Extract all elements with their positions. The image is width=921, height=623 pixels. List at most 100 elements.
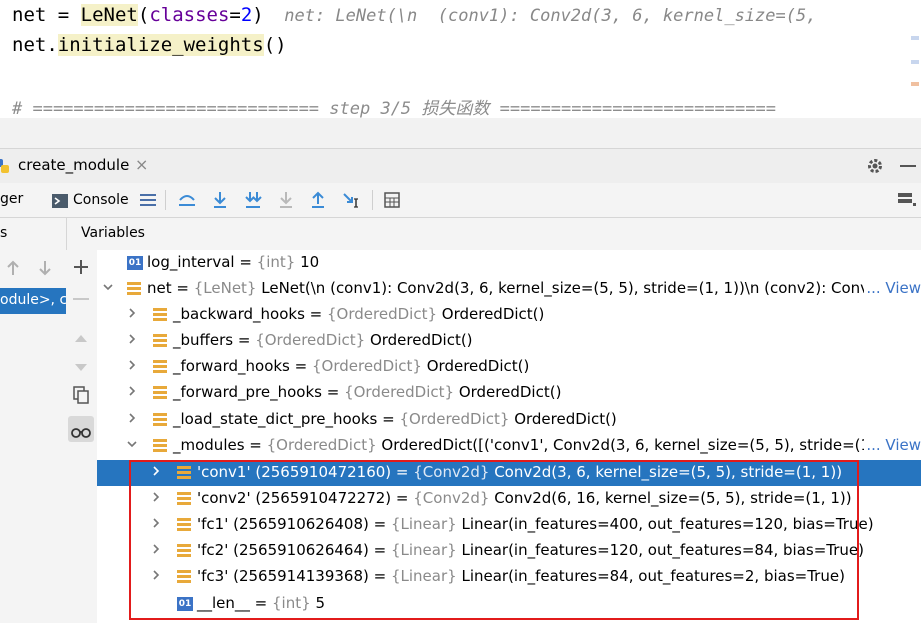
code-line-3[interactable]: # ============================ step 3/5 … xyxy=(12,94,776,119)
variable-eq: = xyxy=(377,410,400,428)
variable-row[interactable]: net = {LeNet} LeNet(\n (conv1): Conv2d(3… xyxy=(97,276,921,302)
variable-row[interactable]: _buffers = {OrderedDict} OrderedDict() xyxy=(97,328,921,354)
frame-item-selected[interactable]: odule>, cr xyxy=(0,288,66,314)
variable-row[interactable]: 01 __len__ = {int} 5 xyxy=(97,591,921,617)
move-down-icon[interactable] xyxy=(74,358,88,371)
variable-type: {OrderedDict} xyxy=(399,410,510,428)
settings-icon[interactable] xyxy=(866,157,884,175)
tab-debugger[interactable]: ger xyxy=(0,191,23,207)
variable-type: {Linear} xyxy=(390,567,457,585)
variable-name: net xyxy=(147,279,172,297)
variable-name: _modules xyxy=(173,436,245,454)
chevron-right-icon[interactable] xyxy=(125,384,139,398)
variable-row[interactable]: 01 log_interval = {int} 10 xyxy=(97,250,921,276)
code-line-2[interactable]: net.initialize_weights() xyxy=(12,34,287,56)
show-execution-point-icon[interactable] xyxy=(176,189,198,211)
variable-value: OrderedDict() xyxy=(421,357,530,375)
chevron-right-icon[interactable] xyxy=(149,464,163,478)
step-into-my-code-icon[interactable] xyxy=(275,189,297,211)
code-token: net xyxy=(12,34,47,56)
frame-up-icon[interactable] xyxy=(6,260,20,276)
variables-side-toolbar xyxy=(66,250,98,623)
variable-row[interactable]: 'conv1' (2565910472160) = {Conv2d} Conv2… xyxy=(97,460,921,486)
variable-text: _forward_pre_hooks = {OrderedDict} Order… xyxy=(173,383,561,401)
copy-icon[interactable] xyxy=(73,386,89,404)
variable-value: OrderedDict() xyxy=(509,410,617,428)
variable-value: Linear(in_features=84, out_features=2, b… xyxy=(456,567,845,585)
object-type-icon xyxy=(153,359,167,377)
chevron-down-icon[interactable] xyxy=(101,280,115,294)
run-to-cursor-icon[interactable] xyxy=(340,189,362,211)
step-over-icon[interactable] xyxy=(209,189,231,211)
code-token: ( xyxy=(137,4,150,26)
variable-row[interactable]: 'fc2' (2565910626464) = {Linear} Linear(… xyxy=(97,538,921,564)
int-type-icon: 01 xyxy=(127,256,143,270)
variable-type: {OrderedDict} xyxy=(266,436,377,454)
variable-eq: = xyxy=(391,463,414,481)
minimize-icon[interactable] xyxy=(900,165,916,167)
variable-name: 'fc1' (2565910626408) xyxy=(197,515,369,533)
variable-row[interactable]: _forward_hooks = {OrderedDict} OrderedDi… xyxy=(97,354,921,380)
restore-layout-icon[interactable] xyxy=(896,189,918,211)
variable-name: _forward_hooks xyxy=(173,357,290,375)
variable-row[interactable]: _backward_hooks = {OrderedDict} OrderedD… xyxy=(97,302,921,328)
variable-name: 'conv1' (2565910472160) xyxy=(197,463,392,481)
run-config-tab[interactable]: create_module xyxy=(18,156,129,174)
code-editor[interactable]: net = LeNet(classes=2) net: LeNet(\n (co… xyxy=(0,0,921,119)
variable-row[interactable]: _load_state_dict_pre_hooks = {OrderedDic… xyxy=(97,407,921,433)
frame-down-icon[interactable] xyxy=(38,260,52,276)
variable-text: 'fc1' (2565910626408) = {Linear} Linear(… xyxy=(197,515,874,533)
variable-text: 'fc3' (2565914139368) = {Linear} Linear(… xyxy=(197,567,845,585)
frames-label: s xyxy=(0,225,8,241)
code-token: ) xyxy=(252,4,264,26)
code-token: LeNet xyxy=(80,4,138,26)
variable-name: 'fc3' (2565914139368) xyxy=(197,567,369,585)
tab-console[interactable]: Console xyxy=(73,192,129,208)
code-token: classes xyxy=(149,4,230,26)
chevron-right-icon[interactable] xyxy=(149,516,163,530)
variable-row[interactable]: 'conv2' (2565910472272) = {Conv2d} Conv2… xyxy=(97,486,921,512)
variable-row[interactable]: _modules = {OrderedDict} OrderedDict([('… xyxy=(97,433,921,459)
variable-eq: = xyxy=(391,489,414,507)
editor-scroll-markers[interactable] xyxy=(909,30,921,90)
variable-value: Linear(in_features=120, out_features=84,… xyxy=(456,541,865,559)
add-watch-icon[interactable] xyxy=(73,259,89,275)
chevron-right-icon[interactable] xyxy=(149,568,163,582)
object-type-icon xyxy=(127,281,141,299)
evaluate-expression-icon[interactable] xyxy=(381,189,403,211)
step-out-icon[interactable] xyxy=(307,189,329,211)
code-token: . xyxy=(46,34,58,56)
chevron-right-icon[interactable] xyxy=(125,306,139,320)
variable-row[interactable]: 'fc3' (2565914139368) = {Linear} Linear(… xyxy=(97,564,921,590)
variable-eq: = xyxy=(244,436,267,454)
code-line-1[interactable]: net = LeNet(classes=2) net: LeNet(\n (co… xyxy=(12,4,816,26)
view-more-link[interactable]: ... View xyxy=(864,436,921,454)
object-type-icon xyxy=(153,412,167,430)
chevron-right-icon[interactable] xyxy=(149,542,163,556)
tab-variables[interactable]: Variables xyxy=(81,225,145,241)
chevron-right-icon[interactable] xyxy=(149,490,163,504)
step-into-icon[interactable] xyxy=(242,189,264,211)
code-comment: # ============================ step 3/5 … xyxy=(12,99,776,119)
chevron-down-icon[interactable] xyxy=(125,437,139,451)
frame-item-label: odule>, cr xyxy=(0,292,66,308)
view-more-link[interactable]: ... View xyxy=(864,279,921,297)
layout-menu-icon[interactable] xyxy=(137,189,159,211)
chevron-right-icon[interactable] xyxy=(125,358,139,372)
variable-eq: = xyxy=(368,515,391,533)
variable-row[interactable]: 'fc1' (2565910626408) = {Linear} Linear(… xyxy=(97,512,921,538)
chevron-right-icon[interactable] xyxy=(125,332,139,346)
variable-row[interactable]: _forward_pre_hooks = {OrderedDict} Order… xyxy=(97,380,921,406)
toolbar-divider xyxy=(372,190,373,210)
variable-text: 'fc2' (2565910626464) = {Linear} Linear(… xyxy=(197,541,864,559)
close-icon[interactable]: × xyxy=(135,155,148,174)
variable-text: _buffers = {OrderedDict} OrderedDict() xyxy=(173,331,473,349)
variable-eq: = xyxy=(368,567,391,585)
move-up-icon[interactable] xyxy=(74,328,88,342)
remove-watch-icon[interactable] xyxy=(73,298,89,300)
show-watches-toggle[interactable] xyxy=(68,416,94,442)
variable-value: 5 xyxy=(310,594,325,612)
variable-name: _load_state_dict_pre_hooks xyxy=(173,410,378,428)
chevron-right-icon[interactable] xyxy=(125,411,139,425)
variable-eq: = xyxy=(234,253,257,271)
